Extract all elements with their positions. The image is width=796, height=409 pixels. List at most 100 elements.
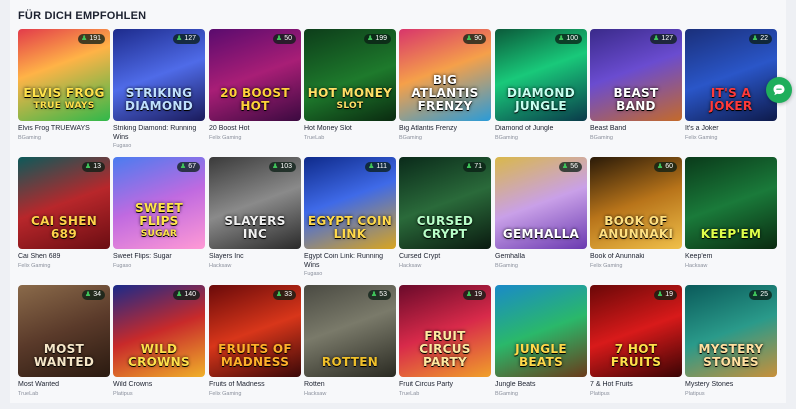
game-name[interactable]: Mystery Stones: [685, 381, 777, 390]
players-count: 19: [474, 291, 482, 298]
game-card[interactable]: CURSED CRYPT ♟ 71 Cursed Crypt Hacksaw: [399, 157, 491, 270]
game-name[interactable]: Wild Crowns: [113, 381, 205, 390]
game-thumbnail[interactable]: WILD CROWNS ♟ 140: [113, 285, 205, 377]
people-icon: ♟: [751, 35, 759, 42]
game-name[interactable]: Cai Shen 689: [18, 253, 110, 262]
game-artwork-title: JUNGLE BEATS: [495, 343, 587, 369]
game-name[interactable]: Fruit Circus Party: [399, 381, 491, 390]
players-badge: ♟ 50: [272, 34, 296, 44]
game-thumbnail[interactable]: FRUIT CIRCUS PARTY ♟ 19: [399, 285, 491, 377]
players-count: 53: [379, 291, 387, 298]
game-card[interactable]: SWEET FLIPS Sugar ♟ 67 Sweet Flips: Sugar Fug…: [113, 157, 205, 270]
game-card[interactable]: GEMHALLA ♟ 56 Gemhalla BGaming: [495, 157, 587, 270]
game-thumbnail[interactable]: JUNGLE BEATS: [495, 285, 587, 377]
game-name[interactable]: Diamond of Jungle: [495, 125, 587, 134]
game-card[interactable]: WILD CROWNS ♟ 140 Wild Crowns Platipus: [113, 285, 205, 398]
game-artwork-title: WILD CROWNS: [113, 343, 205, 369]
game-name[interactable]: Beast Band: [590, 125, 682, 134]
game-card[interactable]: MYSTERY STONES ♟ 25 Mystery Stones Platipus: [685, 285, 777, 398]
game-thumbnail[interactable]: BEAST BAND ♟ 127: [590, 29, 682, 121]
game-card[interactable]: ROTTEN ♟ 53 Rotten Hacksaw: [304, 285, 396, 398]
game-card[interactable]: BOOK OF ANUNNAKI ♟ 60 Book of Anunnaki Felix…: [590, 157, 682, 270]
game-thumbnail[interactable]: 20 BOOST HOT ♟ 50: [209, 29, 301, 121]
players-count: 50: [284, 35, 292, 42]
game-thumbnail[interactable]: 7 HOT FRUITS ♟ 19: [590, 285, 682, 377]
game-card[interactable]: HOT MONEY Slot ♟ 199 Hot Money Slot TrueLab: [304, 29, 396, 142]
game-thumbnail[interactable]: DIAMOND JUNGLE ♟ 100: [495, 29, 587, 121]
game-provider: Hacksaw: [685, 262, 708, 269]
game-name[interactable]: Hot Money Slot: [304, 125, 396, 134]
game-card[interactable]: FRUIT CIRCUS PARTY ♟ 19 Fruit Circus Party T…: [399, 285, 491, 398]
game-thumbnail[interactable]: ROTTEN ♟ 53: [304, 285, 396, 377]
people-icon: ♟: [465, 291, 473, 298]
game-thumbnail[interactable]: HOT MONEY Slot ♟ 199: [304, 29, 396, 121]
game-card[interactable]: SLAYERS INC ♟ 103 Slayers Inc Hacksaw: [209, 157, 301, 270]
artwork-line: FRUITS OF MADNESS: [218, 342, 292, 369]
game-thumbnail[interactable]: GEMHALLA ♟ 56: [495, 157, 587, 249]
game-card[interactable]: ELVIS FROG TRUE WAYS ♟ 191 Elvis Frog TRUEWA…: [18, 29, 110, 142]
game-name[interactable]: 20 Boost Hot: [209, 125, 301, 134]
game-name[interactable]: Rotten: [304, 381, 396, 390]
game-card[interactable]: FRUITS OF MADNESS ♟ 33 Fruits of Madness Fel…: [209, 285, 301, 398]
game-card[interactable]: STRIKING DIAMOND ♟ 127 Striking Diamond: Ru…: [113, 29, 205, 150]
game-thumbnail[interactable]: BIG ATLANTIS FRENZY ♟ 90: [399, 29, 491, 121]
game-card[interactable]: BIG ATLANTIS FRENZY ♟ 90 Big Atlantis Frenz…: [399, 29, 491, 142]
artwork-line: 20 BOOST HOT: [220, 86, 290, 113]
game-provider: Felix Gaming: [18, 262, 51, 269]
game-card[interactable]: 20 BOOST HOT ♟ 50 20 Boost Hot Felix Gaming: [209, 29, 301, 142]
game-artwork-title: ROTTEN: [304, 356, 396, 369]
game-thumbnail[interactable]: KEEP'EM: [685, 157, 777, 249]
game-name[interactable]: Jungle Beats: [495, 381, 587, 390]
game-name[interactable]: Elvis Frog TRUEWAYS: [18, 125, 110, 134]
artwork-subline: TRUE WAYS: [33, 101, 95, 111]
artwork-line: KEEP'EM: [700, 227, 762, 241]
players-count: 19: [665, 291, 673, 298]
game-artwork-title: STRIKING DIAMOND: [113, 87, 205, 113]
game-thumbnail[interactable]: MOST WANTED ♟ 34: [18, 285, 110, 377]
section-title: FÜR DICH EMPFOHLEN: [18, 10, 147, 22]
people-icon: ♟: [465, 163, 473, 170]
players-count: 13: [93, 163, 101, 170]
game-name[interactable]: Keep'em: [685, 253, 777, 262]
game-thumbnail[interactable]: ELVIS FROG TRUE WAYS ♟ 191: [18, 29, 110, 121]
players-badge: ♟ 53: [367, 290, 391, 300]
game-artwork-title: IT'S A JOKER: [685, 87, 777, 113]
game-name[interactable]: Most Wanted: [18, 381, 110, 390]
game-thumbnail[interactable]: STRIKING DIAMOND ♟ 127: [113, 29, 205, 121]
game-thumbnail[interactable]: BOOK OF ANUNNAKI ♟ 60: [590, 157, 682, 249]
game-thumbnail[interactable]: SWEET FLIPS Sugar ♟ 67: [113, 157, 205, 249]
game-thumbnail[interactable]: MYSTERY STONES ♟ 25: [685, 285, 777, 377]
players-count: 191: [89, 35, 101, 42]
game-thumbnail[interactable]: CURSED CRYPT ♟ 71: [399, 157, 491, 249]
players-badge: ♟ 33: [272, 290, 296, 300]
game-card[interactable]: BEAST BAND ♟ 127 Beast Band BGaming: [590, 29, 682, 142]
game-card[interactable]: DIAMOND JUNGLE ♟ 100 Diamond of Jungle BGami…: [495, 29, 587, 142]
game-thumbnail[interactable]: IT'S A JOKER ♟ 22: [685, 29, 777, 121]
game-name[interactable]: 7 & Hot Fruits: [590, 381, 682, 390]
game-name[interactable]: Slayers Inc: [209, 253, 301, 262]
game-name[interactable]: Big Atlantis Frenzy: [399, 125, 491, 134]
game-thumbnail[interactable]: EGYPT COIN LINK ♟ 111: [304, 157, 396, 249]
game-name[interactable]: Fruits of Madness: [209, 381, 301, 390]
game-card[interactable]: CAI SHEN 689 ♟ 13 Cai Shen 689 Felix Gaming: [18, 157, 110, 270]
game-name[interactable]: Gemhalla: [495, 253, 587, 262]
game-thumbnail[interactable]: CAI SHEN 689 ♟ 13: [18, 157, 110, 249]
game-name[interactable]: Egypt Coin Link: Running Wins: [304, 253, 396, 270]
game-name[interactable]: It's a Joker: [685, 125, 777, 134]
game-card[interactable]: 7 HOT FRUITS ♟ 19 7 & Hot Fruits Platipus: [590, 285, 682, 398]
game-name[interactable]: Striking Diamond: Running Wins: [113, 125, 205, 142]
game-provider: Platipus: [590, 390, 610, 397]
game-name[interactable]: Cursed Crypt: [399, 253, 491, 262]
game-card[interactable]: IT'S A JOKER ♟ 22 It's a Joker Felix Gaming: [685, 29, 777, 142]
artwork-line: SLAYERS INC: [224, 214, 286, 241]
game-name[interactable]: Book of Anunnaki: [590, 253, 682, 262]
game-card[interactable]: MOST WANTED ♟ 34 Most Wanted TrueLab: [18, 285, 110, 398]
chat-button[interactable]: [766, 77, 792, 103]
game-card[interactable]: JUNGLE BEATS Jungle Beats BGaming: [495, 285, 587, 398]
game-card[interactable]: KEEP'EM Keep'em Hacksaw: [685, 157, 777, 270]
game-name[interactable]: Sweet Flips: Sugar: [113, 253, 205, 262]
game-provider: BGaming: [399, 134, 422, 141]
game-thumbnail[interactable]: SLAYERS INC ♟ 103: [209, 157, 301, 249]
game-card[interactable]: EGYPT COIN LINK ♟ 111 Egypt Coin Link: Runn…: [304, 157, 396, 278]
game-thumbnail[interactable]: FRUITS OF MADNESS ♟ 33: [209, 285, 301, 377]
